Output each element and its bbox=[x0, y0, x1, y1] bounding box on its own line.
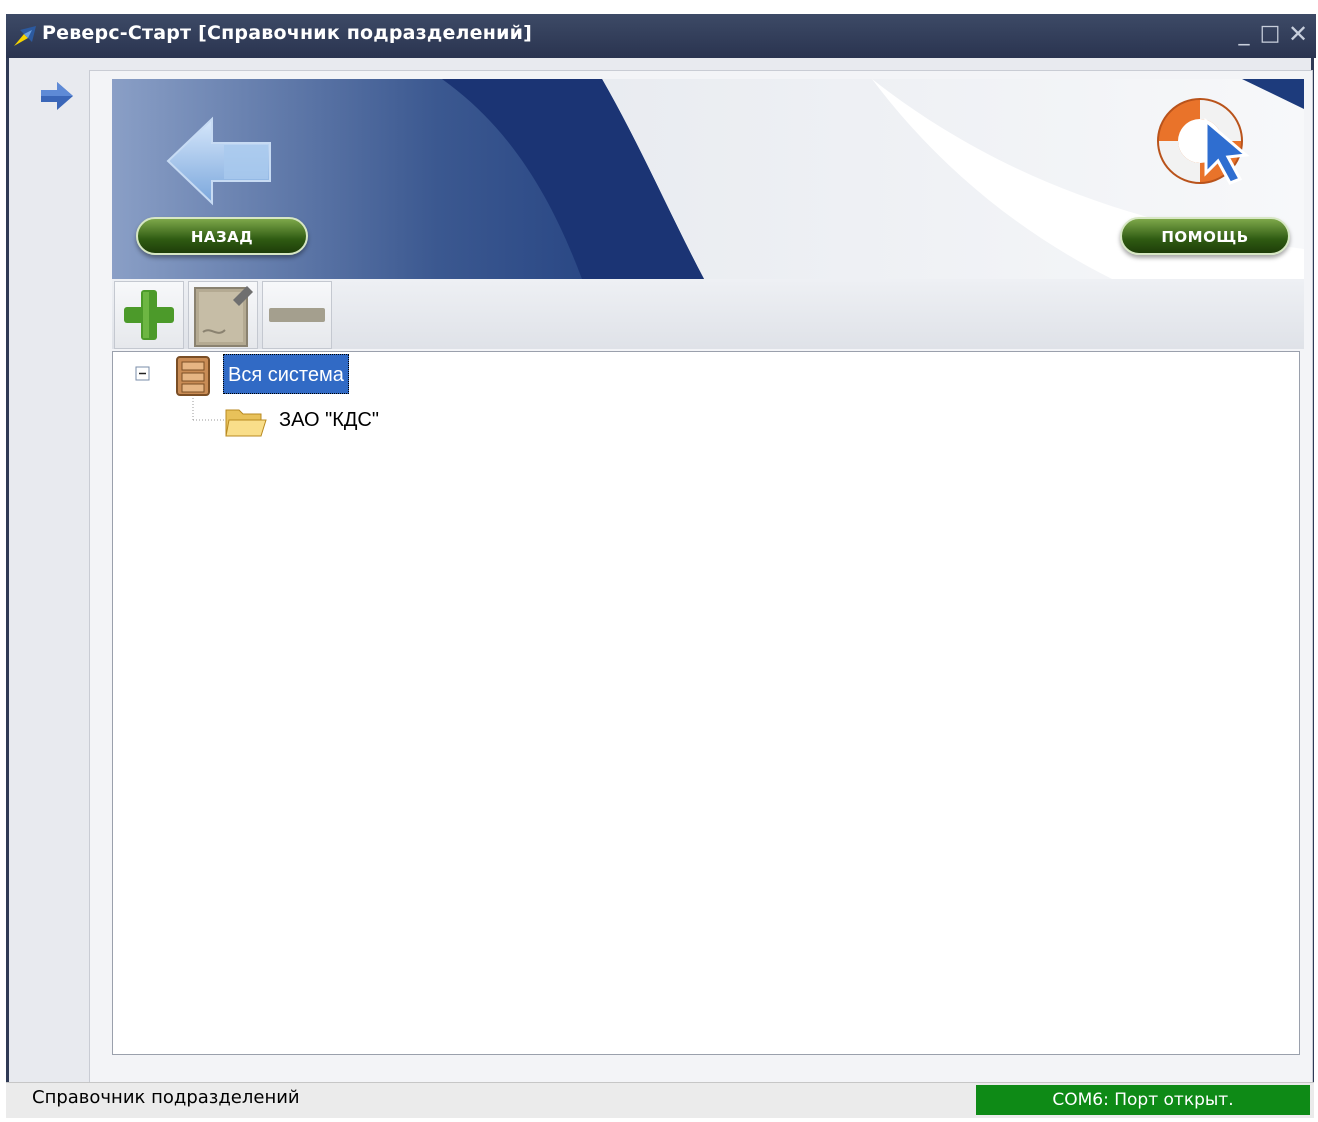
back-arrow-icon[interactable] bbox=[164, 115, 276, 207]
edit-button[interactable] bbox=[188, 281, 258, 349]
add-button[interactable] bbox=[114, 281, 184, 349]
back-button[interactable]: НАЗАД bbox=[136, 217, 308, 255]
window-body: НАЗАД ПОМОЩЬ Вся система ЗАО "КДС" bbox=[6, 58, 1314, 1118]
minus-icon bbox=[269, 308, 325, 322]
edit-document-icon bbox=[194, 286, 253, 347]
cabinet-icon bbox=[176, 356, 210, 396]
minimize-button[interactable]: _ bbox=[1230, 20, 1258, 48]
delete-button[interactable] bbox=[262, 281, 332, 349]
port-status-badge: COM6: Порт открыт. bbox=[976, 1085, 1310, 1115]
app-logo-icon bbox=[14, 26, 36, 46]
banner: НАЗАД ПОМОЩЬ bbox=[112, 79, 1304, 279]
toolbar bbox=[112, 279, 1304, 349]
close-button[interactable]: ✕ bbox=[1284, 20, 1312, 48]
status-bar: Справочник подразделений COM6: Порт откр… bbox=[6, 1082, 1314, 1118]
status-text: Справочник подразделений bbox=[32, 1087, 300, 1108]
tree-node-root[interactable]: Вся система bbox=[223, 354, 349, 394]
help-lifebuoy-icon[interactable] bbox=[1148, 93, 1258, 193]
help-button[interactable]: ПОМОЩЬ bbox=[1120, 217, 1290, 255]
tree-node-child[interactable]: ЗАО "КДС" bbox=[279, 404, 379, 436]
maximize-button[interactable]: □ bbox=[1256, 20, 1284, 48]
tree-view[interactable]: Вся система ЗАО "КДС" bbox=[112, 351, 1300, 1055]
plus-icon bbox=[124, 290, 174, 340]
title-bar[interactable]: Реверс-Старт [Справочник подразделений] … bbox=[6, 14, 1316, 58]
folder-icon bbox=[225, 409, 267, 437]
tree-collapse-icon[interactable] bbox=[135, 366, 151, 382]
arrow-right-icon[interactable] bbox=[39, 80, 75, 112]
content-panel: НАЗАД ПОМОЩЬ Вся система ЗАО "КДС" bbox=[89, 70, 1313, 1084]
window-title: Реверс-Старт [Справочник подразделений] bbox=[42, 22, 532, 44]
